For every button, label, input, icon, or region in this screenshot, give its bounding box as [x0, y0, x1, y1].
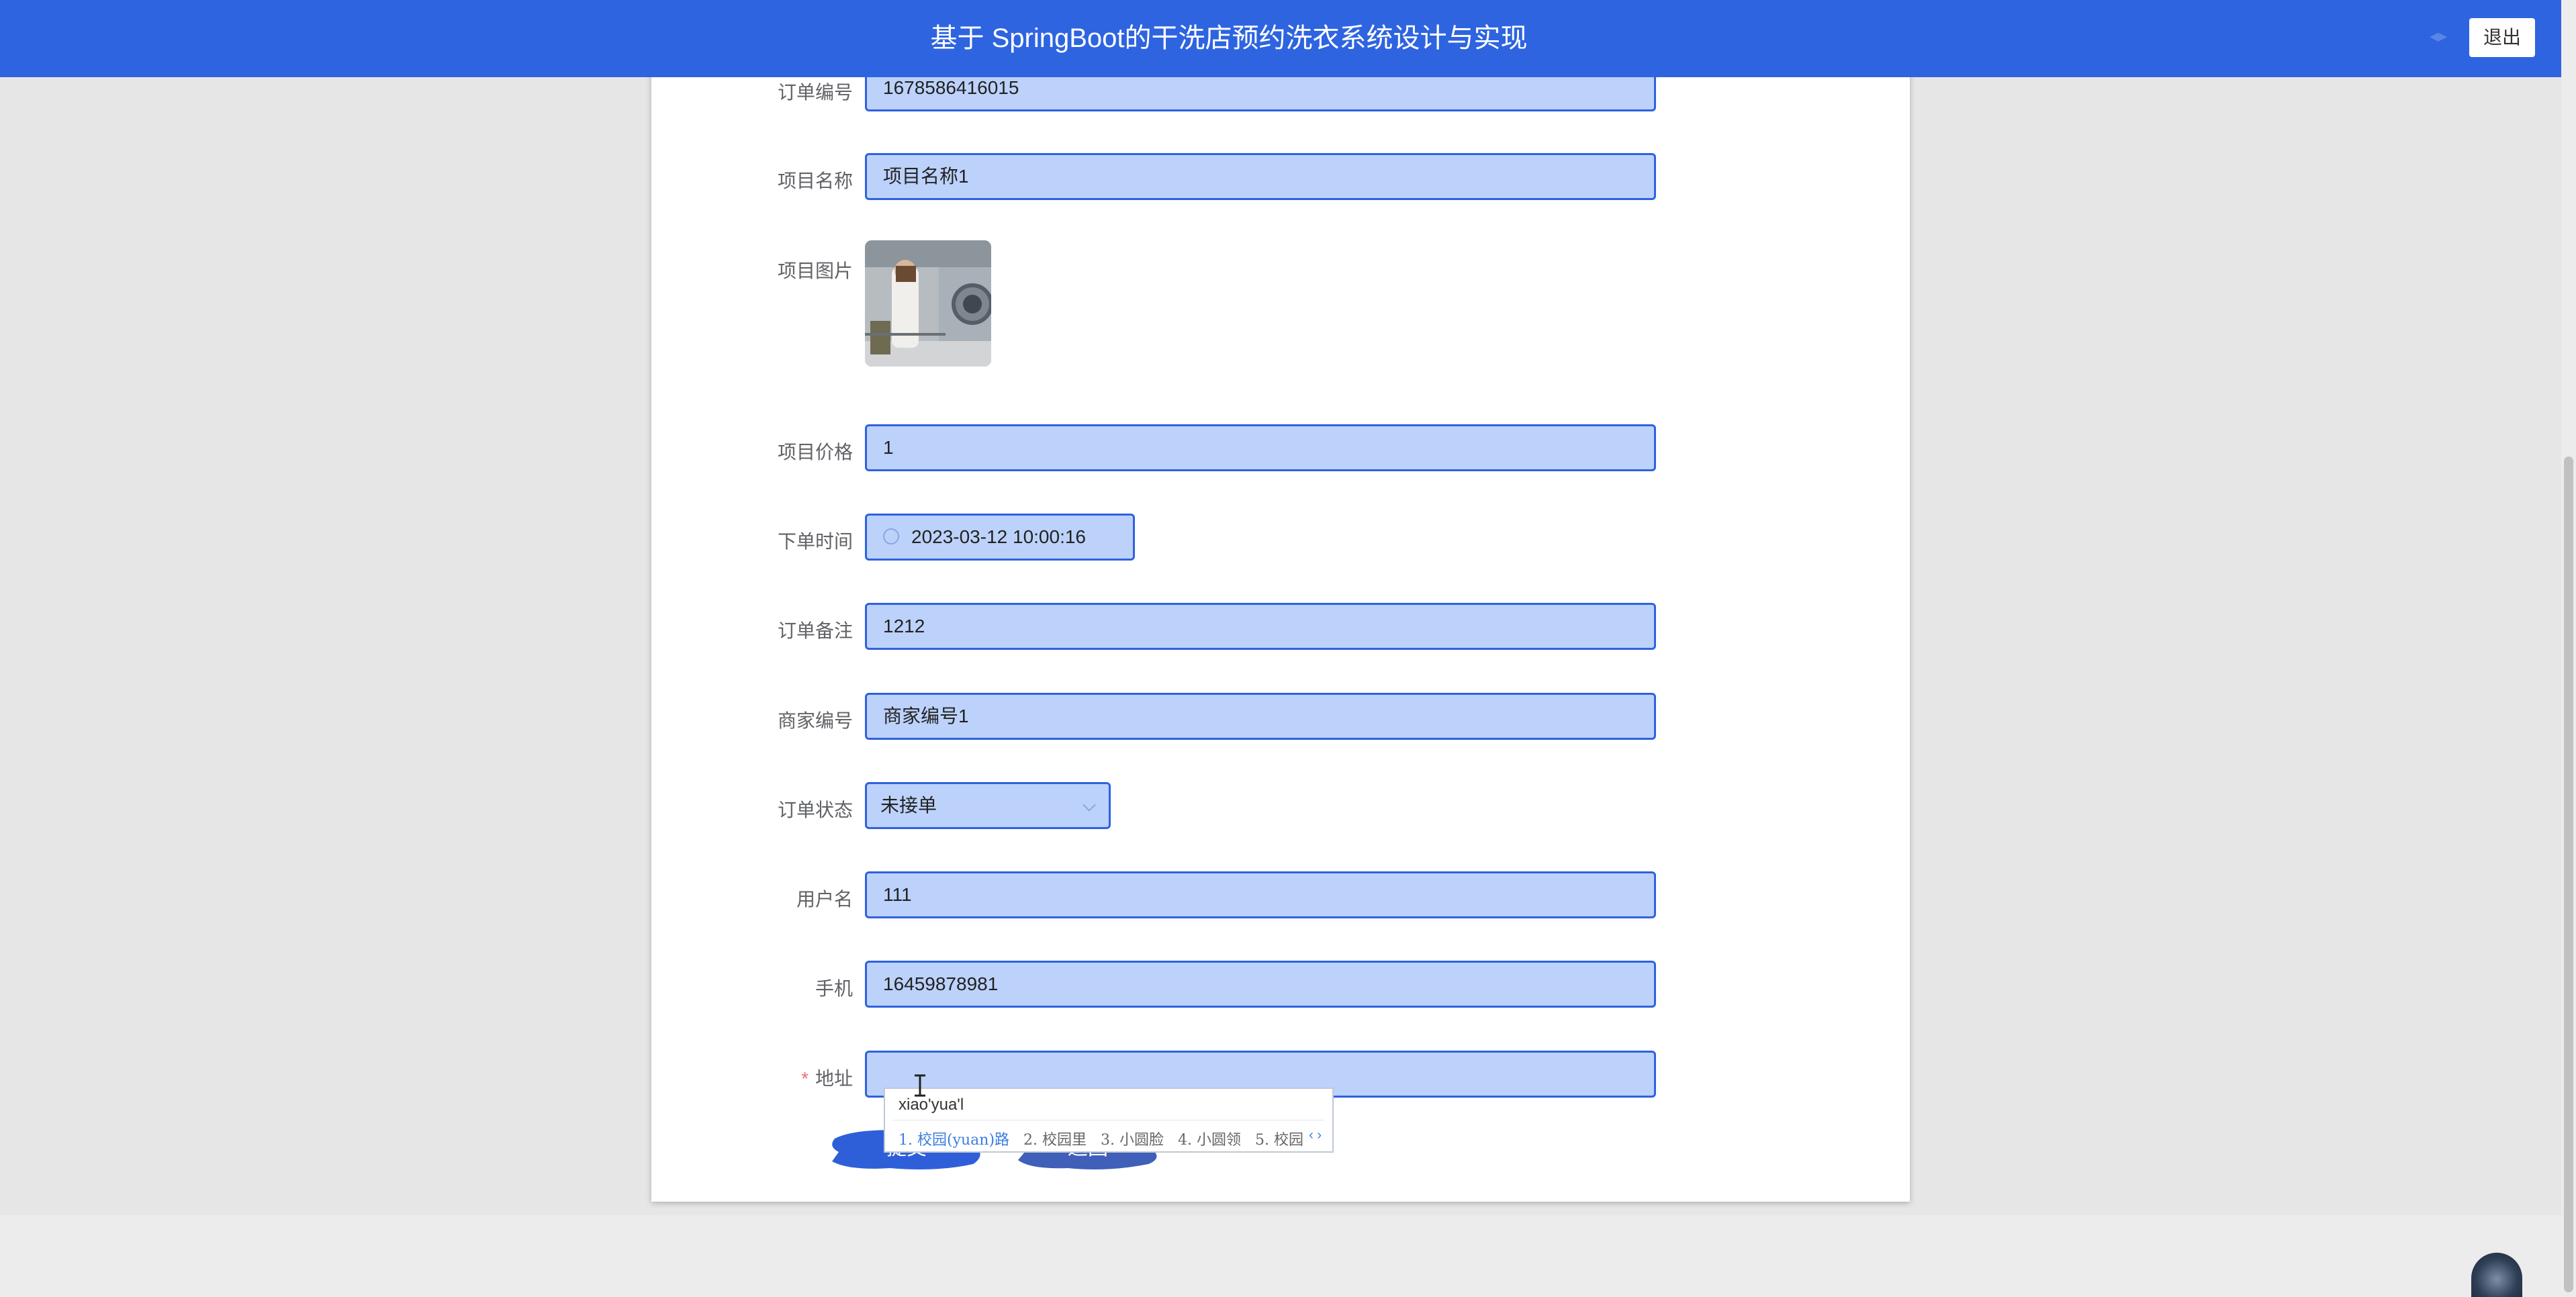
ime-candidate[interactable]: 2. 校园里 [1023, 1132, 1087, 1149]
label-order-time: 下单时间 [777, 531, 853, 552]
order-note-input[interactable]: 1212 [865, 603, 1656, 650]
order-form-card: 订单编号 1678586416015 项目名称 项目名称1 项目图片 项目价格 … [651, 0, 1910, 1202]
label-merchant-no: 商家编号 [777, 710, 853, 731]
avatar[interactable] [2471, 1253, 2522, 1297]
label-username: 用户名 [796, 889, 853, 910]
text-cursor-icon [915, 1074, 925, 1097]
label-order-status: 订单状态 [777, 800, 853, 820]
ime-candidate-list: 1. 校园(yuan)路 2. 校园里 3. 小圆脸 4. 小圆领 5. 校园 [899, 1128, 1313, 1149]
clock-icon [883, 528, 899, 544]
label-phone: 手机 [815, 978, 853, 999]
logout-button[interactable]: 退出 [2469, 18, 2535, 57]
order-time-value: 2023-03-12 10:00:16 [911, 526, 1086, 547]
order-status-value: 未接单 [880, 795, 937, 816]
ime-candidate[interactable]: 1. 校园(yuan)路 [899, 1132, 1009, 1149]
item-image-thumbnail[interactable] [865, 240, 991, 367]
item-name-input[interactable]: 项目名称1 [865, 153, 1656, 200]
header-extra-icon[interactable]: ◂▸ [2430, 26, 2447, 46]
label-address-text: 地址 [815, 1068, 853, 1089]
top-header: 基于 SpringBoot的干洗店预约洗衣系统设计与实现 ◂▸ 退出 [0, 0, 2561, 77]
page-scrollbar[interactable] [2561, 0, 2576, 1297]
label-item-price: 项目价格 [777, 442, 853, 463]
order-status-select[interactable]: 未接单 [865, 782, 1111, 829]
phone-input[interactable]: 16459878981 [865, 961, 1656, 1008]
merchant-no-input[interactable]: 商家编号1 [865, 693, 1656, 740]
ime-candidate[interactable]: 5. 校园 [1255, 1132, 1303, 1149]
ime-composition: xiao'yua'l [899, 1096, 964, 1114]
footer-band [0, 1215, 2561, 1297]
app-title: 基于 SpringBoot的干洗店预约洗衣系统设计与实现 [930, 23, 1528, 53]
label-address: * 地址 [651, 1064, 853, 1091]
chevron-down-icon [1083, 798, 1096, 812]
ime-candidate-popup[interactable]: xiao'yua'l 1. 校园(yuan)路 2. 校园里 3. 小圆脸 4.… [884, 1088, 1334, 1153]
label-order-note: 订单备注 [777, 620, 853, 641]
required-mark: * [801, 1068, 809, 1089]
label-order-no: 订单编号 [777, 82, 853, 103]
label-item-image: 项目图片 [777, 260, 853, 281]
ime-candidate[interactable]: 3. 小圆脸 [1101, 1132, 1164, 1149]
ime-page-arrows-icon[interactable]: ‹ › [1309, 1128, 1322, 1143]
label-item-name: 项目名称 [777, 171, 853, 191]
username-input[interactable]: 111 [865, 871, 1656, 918]
order-time-picker[interactable]: 2023-03-12 10:00:16 [865, 514, 1135, 561]
scrollbar-thumb[interactable] [2564, 457, 2573, 1292]
ime-candidate[interactable]: 4. 小圆领 [1178, 1132, 1241, 1149]
item-price-input[interactable]: 1 [865, 424, 1656, 471]
